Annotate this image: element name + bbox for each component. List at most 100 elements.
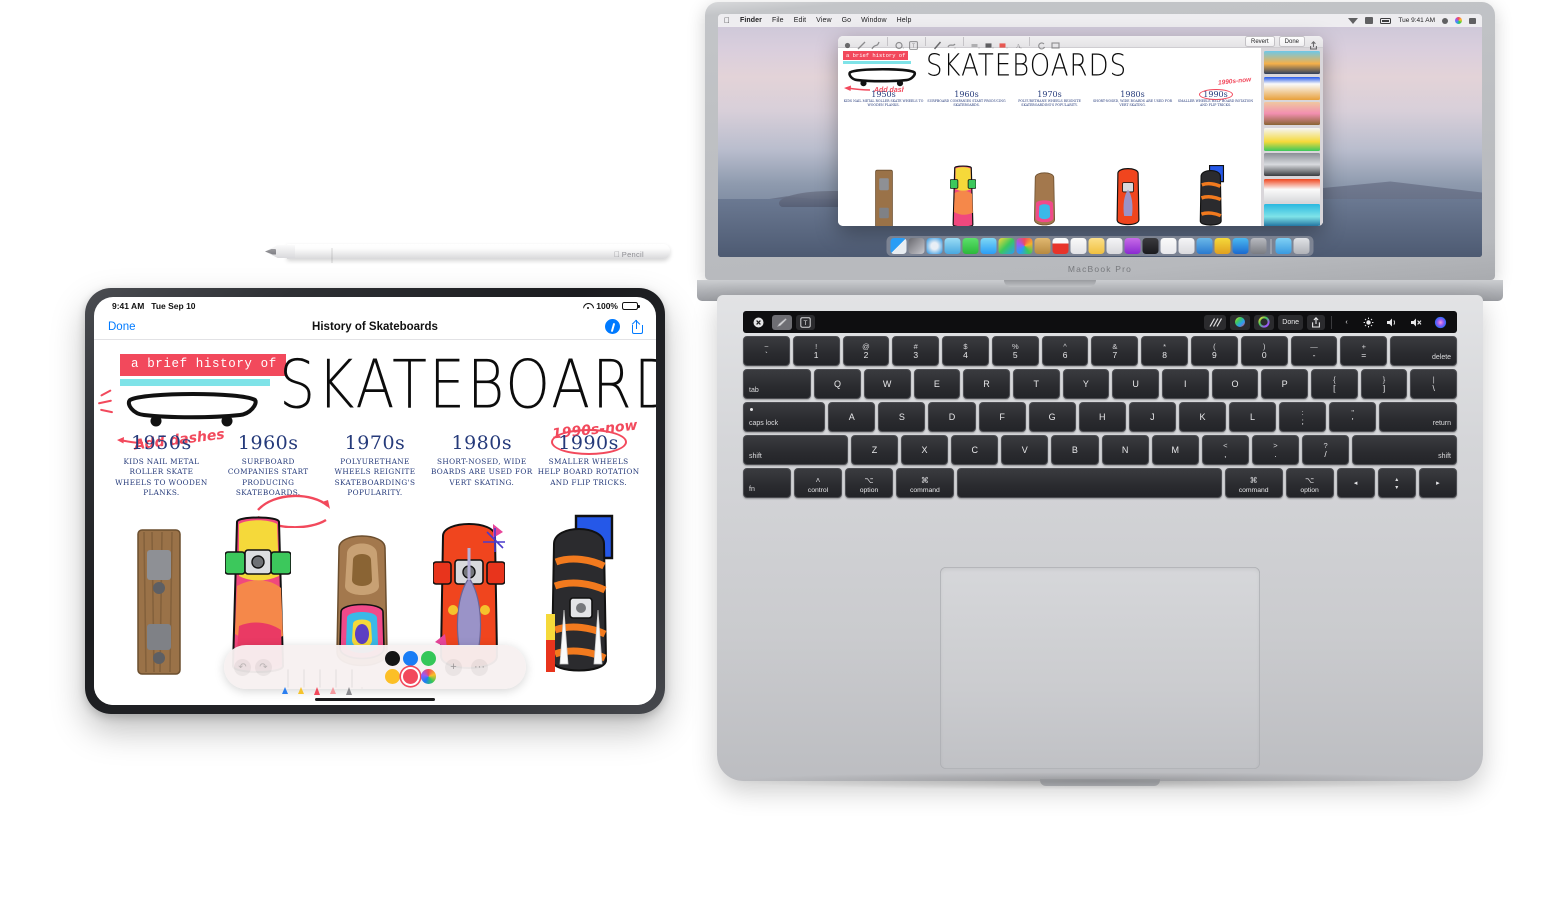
key-t[interactable]: T [1012, 369, 1060, 399]
dock-finder-icon[interactable] [890, 238, 907, 254]
key-minus[interactable]: — - [1290, 336, 1338, 366]
key-command-left[interactable]: ⌘ command [896, 468, 954, 498]
dock-itunes-icon[interactable] [1106, 238, 1123, 254]
pen-tools[interactable] [282, 646, 373, 695]
home-indicator[interactable] [315, 697, 435, 701]
key-arrow-up-down[interactable]: ▴ ▾ [1377, 468, 1416, 498]
key-u[interactable]: U [1112, 369, 1159, 399]
menu-edit[interactable]: Edit [794, 17, 806, 24]
key-b[interactable]: B [1051, 435, 1099, 465]
key-g[interactable]: G [1028, 402, 1076, 432]
swatch-red-selected[interactable] [403, 668, 418, 684]
markup-toolbar[interactable]: ↶ ↷ + ··· [224, 645, 526, 695]
quicklook-thumbnail-sidebar[interactable] [1261, 48, 1323, 226]
key-quote[interactable]: " ' [1329, 402, 1377, 432]
key-f[interactable]: F [978, 402, 1026, 432]
key-a[interactable]: A [828, 402, 876, 432]
key-y[interactable]: Y [1062, 369, 1110, 399]
dock-settings-icon[interactable] [1250, 238, 1267, 254]
dock-reminders-icon[interactable] [1070, 238, 1087, 254]
quicklook-document[interactable]: a brief history of SKATEBOARDS Add dashe… [838, 48, 1261, 226]
menu-bar-status[interactable]: Tue 9:41 AM [1348, 17, 1476, 24]
key-0[interactable]: ) 0 [1240, 336, 1288, 366]
dock-safari-icon[interactable] [926, 238, 943, 254]
thumbnail-page[interactable] [1264, 127, 1320, 151]
key-caps-lock[interactable]: caps lock [743, 402, 826, 432]
annotate-icon[interactable] [947, 37, 956, 49]
battery-icon[interactable] [1380, 17, 1392, 24]
done-button[interactable]: Done [1278, 36, 1305, 47]
thumbnail-page[interactable] [1264, 102, 1320, 125]
key-bracket-right[interactable]: }] [1360, 369, 1408, 399]
wifi-icon[interactable] [1348, 17, 1359, 24]
revert-button[interactable]: Revert [1244, 36, 1275, 47]
key-shift-left[interactable]: shift [743, 435, 848, 465]
key-o[interactable]: O [1211, 369, 1259, 399]
dock-trash-icon[interactable] [1293, 238, 1310, 254]
draw-icon[interactable] [857, 37, 866, 50]
key-arrow-down[interactable]: ▾ [1395, 484, 1398, 498]
key-fn[interactable]: fn [743, 468, 791, 498]
redo-icon[interactable]: ↷ [255, 658, 272, 676]
quicklook-toolbar[interactable]: T A Revert Done [838, 36, 1323, 50]
key-w[interactable]: W [863, 369, 911, 399]
key-1[interactable]: ! 1 [792, 336, 840, 366]
quicklook-actions[interactable]: Revert Done [1244, 36, 1318, 50]
thumbnail-page[interactable] [1264, 178, 1320, 202]
eraser-tool[interactable] [330, 670, 341, 694]
key-9[interactable]: (9 [1191, 336, 1238, 366]
key-2[interactable]: @2 [842, 336, 890, 366]
key-i[interactable]: I [1161, 369, 1209, 399]
dock-notes-icon[interactable] [1034, 238, 1051, 254]
dock-appstore-icon[interactable] [1232, 238, 1249, 254]
siri-icon[interactable] [1430, 315, 1451, 330]
key-z[interactable]: Z [850, 435, 898, 465]
key-n[interactable]: N [1101, 435, 1149, 465]
trackpad[interactable] [940, 567, 1260, 769]
key-d[interactable]: D [928, 402, 976, 432]
key-v[interactable]: V [1001, 435, 1049, 465]
key-q[interactable]: Q [814, 369, 861, 399]
dock-facetime-icon[interactable] [962, 238, 979, 254]
share-icon[interactable] [631, 319, 643, 334]
key-8[interactable]: * 8 [1141, 336, 1189, 366]
dock-numbers-icon[interactable] [1178, 238, 1195, 254]
dock-news-icon[interactable] [1160, 238, 1177, 254]
key-4[interactable]: $4 [942, 336, 989, 366]
marker-tool[interactable] [314, 670, 325, 695]
lasso-tool[interactable] [346, 670, 357, 695]
key-option-left[interactable]: ⌥ option [845, 468, 893, 498]
dock-mail-icon[interactable] [944, 238, 961, 254]
key-arrow-left[interactable]: ◂ [1336, 468, 1375, 498]
key-period[interactable]: >. [1251, 435, 1299, 465]
dock-appletv-icon[interactable] [1142, 238, 1159, 254]
apple-menu-icon[interactable]:  [724, 16, 730, 25]
menu-clock[interactable]: Tue 9:41 AM [1398, 17, 1435, 24]
menu-file[interactable]: File [772, 17, 784, 24]
key-k[interactable]: K [1178, 402, 1227, 432]
thumbnail-page[interactable] [1264, 153, 1320, 176]
key-h[interactable]: H [1078, 402, 1126, 432]
lines-icon[interactable] [1204, 314, 1227, 330]
swatch-black[interactable] [385, 650, 400, 666]
more-options-button[interactable]: ··· [471, 658, 488, 676]
swatch-green[interactable] [421, 650, 436, 666]
key-comma[interactable]: <, [1201, 435, 1249, 465]
key-arrow-right[interactable]: ▸ [1418, 468, 1457, 498]
share-icon[interactable] [1307, 314, 1325, 330]
key-7[interactable]: & 7 [1091, 336, 1139, 366]
key-m[interactable]: M [1151, 435, 1199, 465]
spotlight-icon[interactable] [1442, 17, 1448, 24]
mac-menu-bar[interactable]:  Finder File Edit View Go Window Help T… [718, 14, 1482, 27]
brightness-icon[interactable] [1359, 315, 1378, 330]
key-return[interactable]: return [1379, 402, 1458, 432]
menu-view[interactable]: View [816, 17, 831, 24]
apple-pencil[interactable]:  Pencil [265, 240, 670, 263]
pen-tool[interactable] [282, 670, 293, 694]
key-r[interactable]: R [963, 369, 1010, 399]
sketch-icon[interactable] [843, 37, 852, 49]
share-icon[interactable] [1309, 37, 1318, 50]
key-6[interactable]: ^ 6 [1041, 336, 1089, 366]
sign-icon[interactable] [933, 37, 942, 50]
key-s[interactable]: S [878, 402, 926, 432]
